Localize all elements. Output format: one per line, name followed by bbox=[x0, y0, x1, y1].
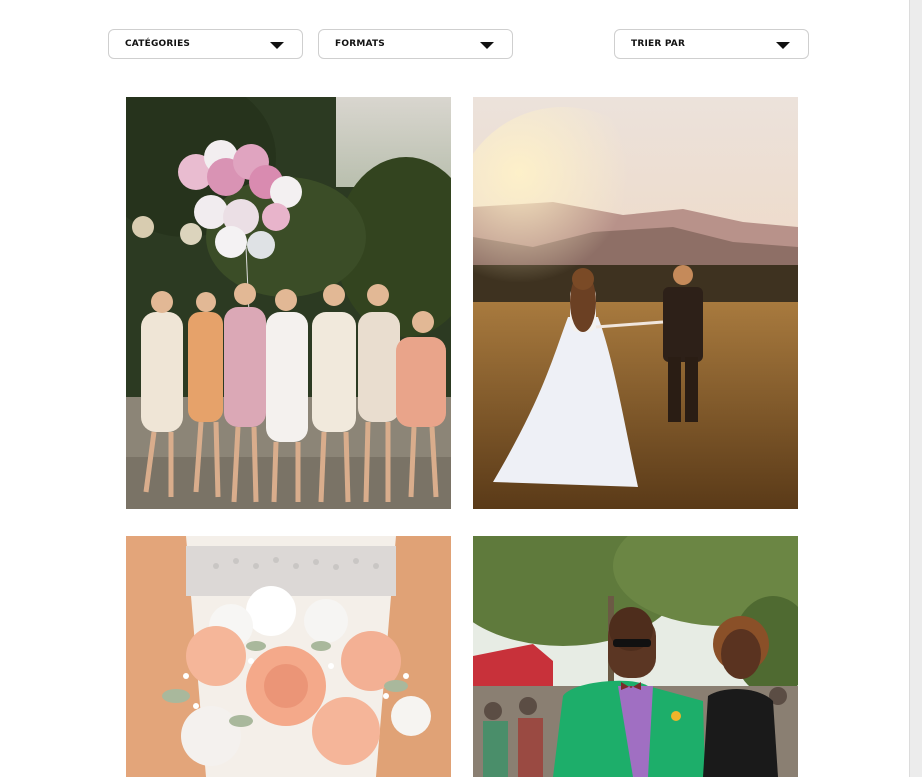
bouquet-image bbox=[126, 536, 451, 777]
sort-dropdown-label: TRIER PAR bbox=[631, 39, 686, 49]
gallery-photo-guests[interactable] bbox=[473, 536, 798, 777]
categories-dropdown[interactable]: CATÉGORIES bbox=[108, 29, 303, 59]
formats-dropdown-label: FORMATS bbox=[335, 39, 385, 49]
chevron-down-icon bbox=[776, 42, 790, 49]
categories-dropdown-label: CATÉGORIES bbox=[125, 39, 191, 49]
guests-party-image bbox=[473, 536, 798, 777]
gallery-photo-couple[interactable] bbox=[473, 97, 798, 509]
gallery-photo-bridesmaids[interactable] bbox=[126, 97, 451, 509]
formats-dropdown[interactable]: FORMATS bbox=[318, 29, 513, 59]
bridesmaids-image bbox=[126, 97, 451, 509]
page-scrollbar[interactable] bbox=[909, 0, 922, 777]
filter-bar: CATÉGORIES FORMATS TRIER PAR bbox=[0, 0, 910, 70]
couple-sunset-image bbox=[473, 97, 798, 509]
gallery-photo-bouquet[interactable] bbox=[126, 536, 451, 777]
sort-dropdown[interactable]: TRIER PAR bbox=[614, 29, 809, 59]
chevron-down-icon bbox=[270, 42, 284, 49]
chevron-down-icon bbox=[480, 42, 494, 49]
